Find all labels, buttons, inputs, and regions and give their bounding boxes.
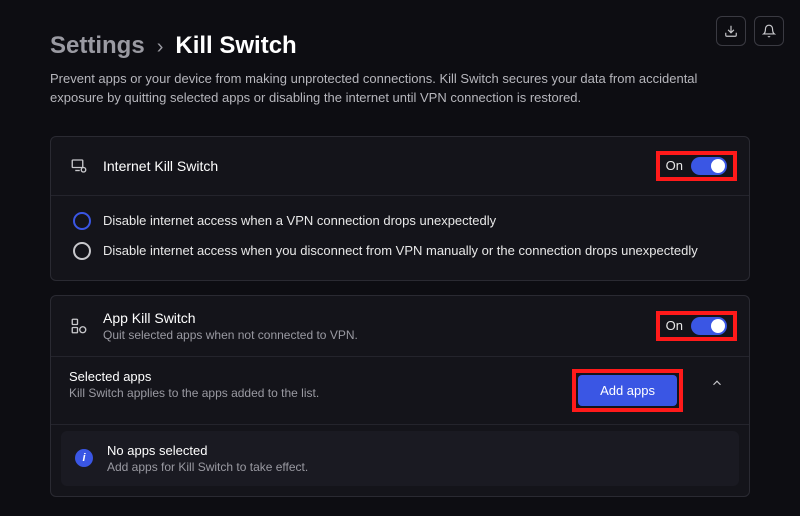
bell-icon — [762, 24, 776, 38]
radio-icon — [73, 212, 91, 230]
monitor-lock-icon — [69, 156, 89, 176]
option-label: Disable internet access when a VPN conne… — [103, 213, 496, 228]
page-title: Kill Switch — [175, 32, 296, 60]
chevron-up-icon — [710, 376, 724, 390]
add-apps-button[interactable]: Add apps — [578, 375, 677, 406]
info-icon: i — [75, 449, 93, 467]
notifications-button[interactable] — [754, 16, 784, 46]
highlight-app-toggle: On — [656, 311, 737, 341]
download-button[interactable] — [716, 16, 746, 46]
page-description: Prevent apps or your device from making … — [50, 70, 730, 108]
highlight-add-apps: Add apps — [572, 369, 683, 412]
option-drops-unexpectedly[interactable]: Disable internet access when a VPN conne… — [69, 206, 731, 236]
apps-lock-icon — [69, 316, 89, 336]
app-kill-switch-toggle[interactable] — [691, 317, 727, 335]
internet-kill-switch-toggle[interactable] — [691, 157, 727, 175]
radio-icon — [73, 242, 91, 260]
internet-kill-switch-options: Disable internet access when a VPN conne… — [51, 196, 749, 280]
chevron-right-icon: › — [157, 36, 164, 59]
internet-kill-switch-panel: Internet Kill Switch On Disable internet… — [50, 136, 750, 281]
breadcrumb-parent[interactable]: Settings — [50, 32, 145, 60]
selected-apps-subtitle: Kill Switch applies to the apps added to… — [69, 386, 558, 400]
breadcrumb: Settings › Kill Switch — [50, 32, 750, 60]
app-kill-switch-subtitle: Quit selected apps when not connected to… — [103, 328, 642, 342]
download-icon — [724, 24, 738, 38]
internet-toggle-state: On — [666, 158, 683, 173]
no-apps-title: No apps selected — [107, 443, 725, 458]
app-toggle-state: On — [666, 318, 683, 333]
highlight-internet-toggle: On — [656, 151, 737, 181]
no-apps-message: i No apps selected Add apps for Kill Swi… — [61, 431, 739, 486]
collapse-button[interactable] — [703, 369, 731, 397]
option-label: Disable internet access when you disconn… — [103, 243, 698, 258]
internet-kill-switch-title: Internet Kill Switch — [103, 158, 642, 174]
app-kill-switch-title: App Kill Switch — [103, 310, 642, 326]
option-manual-disconnect[interactable]: Disable internet access when you disconn… — [69, 236, 731, 266]
no-apps-subtitle: Add apps for Kill Switch to take effect. — [107, 460, 725, 474]
app-kill-switch-panel: App Kill Switch Quit selected apps when … — [50, 295, 750, 497]
selected-apps-title: Selected apps — [69, 369, 558, 384]
